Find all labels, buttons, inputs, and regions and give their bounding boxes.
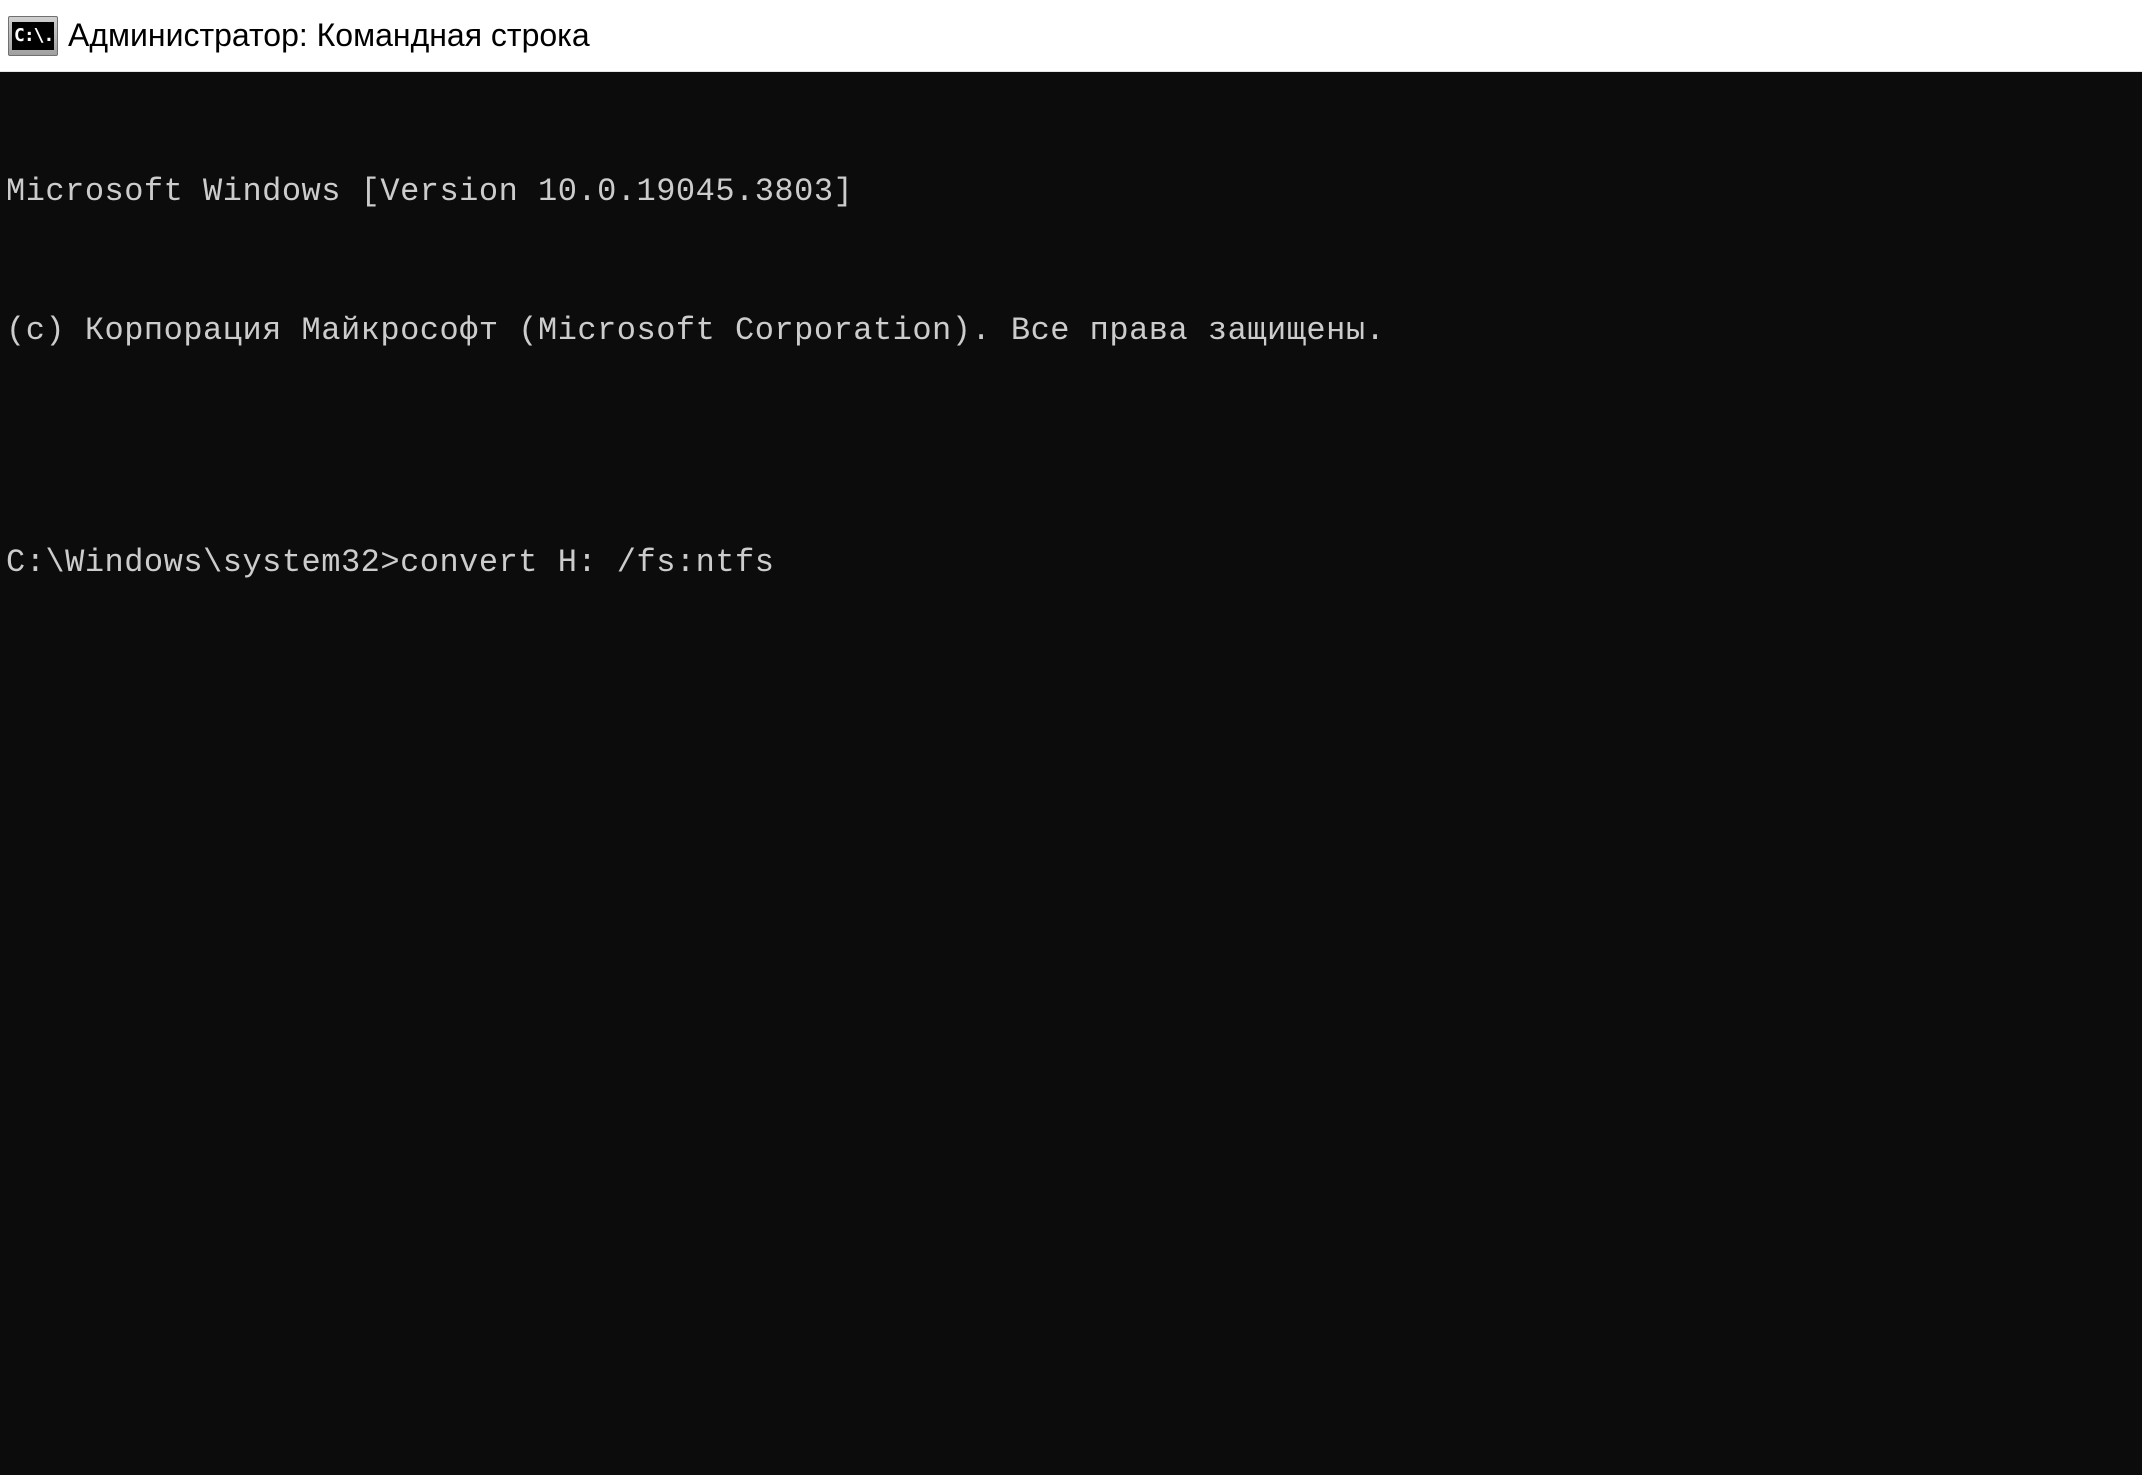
terminal-prompt-line: C:\Windows\system32>convert H: /fs:ntfs: [6, 540, 2136, 586]
cmd-icon-text: C:\.: [12, 22, 54, 50]
titlebar[interactable]: C:\. Администратор: Командная строка: [0, 0, 2142, 72]
terminal-prompt: C:\Windows\system32>: [6, 540, 400, 586]
console-window: C:\. Администратор: Командная строка Mic…: [0, 0, 2142, 1475]
terminal-output-line: (c) Корпорация Майкрософт (Microsoft Cor…: [6, 308, 2136, 354]
terminal-command-input[interactable]: convert H: /fs:ntfs: [400, 540, 774, 586]
terminal-area[interactable]: Microsoft Windows [Version 10.0.19045.38…: [0, 72, 2142, 1475]
window-title: Администратор: Командная строка: [68, 17, 590, 54]
cmd-icon: C:\.: [8, 16, 58, 56]
terminal-output-line: Microsoft Windows [Version 10.0.19045.38…: [6, 169, 2136, 215]
